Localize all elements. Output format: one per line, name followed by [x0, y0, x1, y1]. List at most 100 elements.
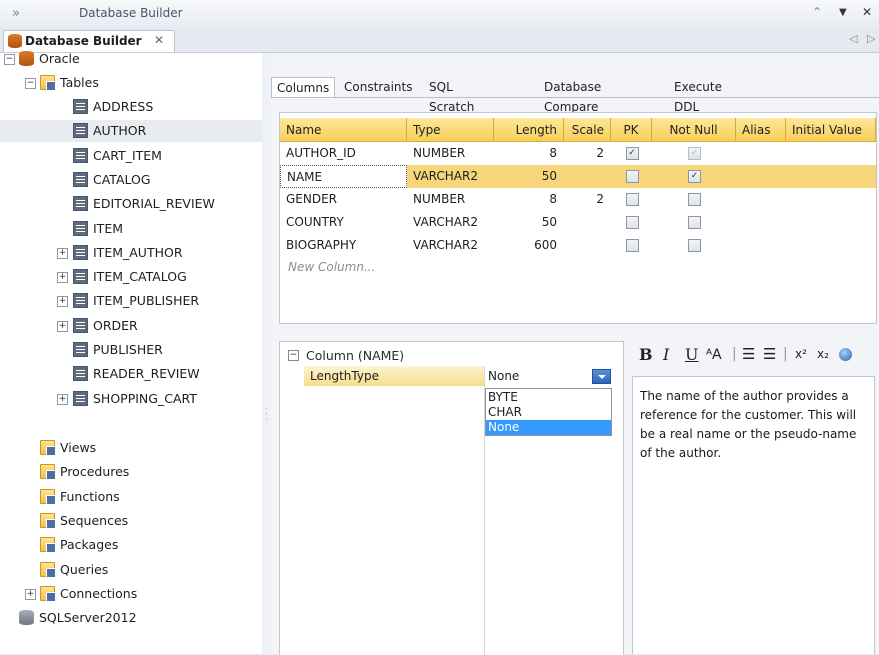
table-row[interactable]: NAME VARCHAR2 50 ✓ — [280, 165, 876, 188]
cell-name[interactable]: NAME — [280, 165, 407, 188]
dropdown-button[interactable] — [592, 369, 611, 384]
new-column-row[interactable]: New Column... — [288, 260, 375, 274]
tab-close-icon[interactable]: ✕ — [154, 33, 164, 47]
tree-folder-sequences[interactable]: Sequences — [0, 510, 262, 532]
pk-checkbox-cell[interactable]: ✓ — [611, 142, 652, 165]
tree-table-reader-review[interactable]: READER_REVIEW — [0, 363, 262, 385]
collapse-toggle-icon[interactable]: − — [25, 78, 36, 89]
tree-node-oracle[interactable]: − Oracle — [0, 48, 262, 70]
tree-table-item[interactable]: ITEM — [0, 218, 262, 240]
cell-type[interactable]: NUMBER — [407, 142, 494, 165]
cell-scale[interactable] — [564, 234, 611, 257]
pk-checkbox-cell[interactable] — [611, 234, 652, 257]
table-row[interactable]: GENDER NUMBER 8 2 — [280, 188, 876, 211]
column-header-initial-value[interactable]: Initial Value — [786, 118, 876, 142]
pk-checkbox[interactable] — [625, 216, 639, 229]
collapse-icon[interactable]: ⌃ — [812, 5, 822, 19]
not-null-checkbox[interactable]: ✓ — [688, 147, 701, 160]
pk-checkbox-cell[interactable] — [611, 188, 652, 211]
cell-type[interactable]: NUMBER — [407, 188, 494, 211]
not-null-checkbox-cell[interactable]: ✓ — [652, 165, 736, 188]
tree-table-author[interactable]: AUTHOR — [0, 120, 262, 143]
pk-checkbox-cell[interactable] — [611, 211, 652, 234]
cell-length[interactable]: 8 — [494, 142, 564, 165]
dropdown-option-byte[interactable]: BYTE — [486, 390, 611, 405]
tree-table-shopping-cart[interactable]: + SHOPPING_CART — [0, 388, 262, 410]
tree-table-order[interactable]: + ORDER — [0, 315, 262, 337]
expand-toggle-icon[interactable]: + — [25, 588, 36, 600]
cell-length[interactable]: 50 — [494, 165, 564, 188]
expand-toggle-icon[interactable]: + — [57, 296, 68, 308]
cell-name[interactable]: BIOGRAPHY — [280, 234, 407, 257]
scroll-left-icon[interactable]: ◁ — [849, 32, 857, 45]
tree-folder-packages[interactable]: Packages — [0, 534, 262, 556]
bold-button[interactable]: B — [639, 345, 653, 364]
cell-type[interactable]: VARCHAR2 — [407, 211, 494, 234]
tree-table-publisher[interactable]: PUBLISHER — [0, 339, 262, 361]
column-header-name[interactable]: Name — [280, 118, 407, 142]
superscript-button[interactable]: x² — [795, 347, 807, 361]
collapse-icon[interactable]: − — [288, 350, 299, 361]
not-null-checkbox-cell[interactable] — [652, 234, 736, 257]
column-header-alias[interactable]: Alias — [736, 118, 786, 142]
tree-folder-queries[interactable]: Queries — [0, 559, 262, 581]
pk-checkbox-cell[interactable] — [611, 165, 652, 188]
cell-scale[interactable]: 2 — [564, 188, 611, 211]
not-null-checkbox-cell[interactable]: ✓ — [652, 142, 736, 165]
tab-columns[interactable]: Columns — [271, 77, 336, 99]
underline-button[interactable]: U — [685, 345, 698, 364]
not-null-checkbox[interactable] — [688, 239, 701, 252]
not-null-checkbox-cell[interactable] — [652, 188, 736, 211]
tree-table-item-catalog[interactable]: + ITEM_CATALOG — [0, 266, 262, 288]
tree-folder-connections[interactable]: + Connections — [0, 583, 262, 605]
not-null-checkbox[interactable] — [688, 216, 701, 229]
expand-toggle-icon[interactable]: + — [57, 320, 68, 332]
tree-folder-procedures[interactable]: Procedures — [0, 461, 262, 483]
not-null-checkbox-cell[interactable] — [652, 211, 736, 234]
dropdown-option-none[interactable]: None — [486, 420, 611, 435]
column-header-type[interactable]: Type — [407, 118, 494, 142]
tree-table-catalog[interactable]: CATALOG — [0, 169, 262, 191]
bullet-list-button[interactable]: ☰ — [742, 345, 755, 363]
numbered-list-button[interactable]: ☰ — [763, 345, 776, 363]
cell-name[interactable]: AUTHOR_ID — [280, 142, 407, 165]
menu-dropdown-icon[interactable]: ▼ — [839, 7, 847, 18]
cell-scale[interactable] — [564, 165, 611, 188]
tree-table-address[interactable]: ADDRESS — [0, 96, 262, 118]
tab-execute-ddl[interactable]: Execute DDL — [674, 77, 722, 114]
tree-table-item-publisher[interactable]: + ITEM_PUBLISHER — [0, 290, 262, 312]
cell-name[interactable]: GENDER — [280, 188, 407, 211]
tab-sql-scratch-pad[interactable]: SQL Scratch Pad — [429, 77, 474, 134]
close-icon[interactable]: ✕ — [862, 5, 872, 19]
pane-splitter[interactable]: · · · — [262, 53, 271, 654]
property-name-lengthtype[interactable]: LengthType — [304, 366, 484, 386]
tab-database-compare[interactable]: Database Compare — [544, 77, 601, 114]
scroll-right-icon[interactable]: ▷ — [867, 32, 875, 45]
pk-checkbox[interactable] — [625, 193, 639, 206]
cell-scale[interactable] — [564, 211, 611, 234]
cell-scale[interactable]: 2 — [564, 142, 611, 165]
font-color-button[interactable]: ᴬA — [706, 347, 722, 363]
not-null-checkbox[interactable] — [688, 193, 701, 206]
column-header-pk[interactable]: PK — [611, 118, 652, 142]
tree-table-item-author[interactable]: + ITEM_AUTHOR — [0, 242, 262, 264]
cell-length[interactable]: 8 — [494, 188, 564, 211]
cell-length[interactable]: 50 — [494, 211, 564, 234]
tree-table-editorial-review[interactable]: EDITORIAL_REVIEW — [0, 193, 262, 215]
collapse-toggle-icon[interactable]: − — [4, 54, 15, 65]
pk-checkbox[interactable] — [625, 170, 639, 183]
tree-node-tables[interactable]: − Tables — [0, 72, 262, 94]
cell-type[interactable]: VARCHAR2 — [407, 165, 494, 188]
notes-editor[interactable]: The name of the author provides a refere… — [632, 376, 875, 654]
tree-folder-functions[interactable]: Functions — [0, 486, 262, 508]
expand-toggle-icon[interactable]: + — [57, 247, 68, 259]
expand-toggle-icon[interactable]: + — [57, 272, 68, 284]
italic-button[interactable]: I — [663, 345, 669, 364]
table-row[interactable]: AUTHOR_ID NUMBER 8 2 ✓ ✓ — [280, 142, 876, 165]
tab-constraints[interactable]: Constraints — [344, 77, 412, 97]
not-null-checkbox[interactable]: ✓ — [688, 170, 701, 183]
tree-node-sqlserver[interactable]: SQLServer2012 — [0, 607, 262, 629]
pk-checkbox[interactable]: ✓ — [625, 147, 639, 160]
dropdown-option-char[interactable]: CHAR — [486, 405, 611, 420]
cell-type[interactable]: VARCHAR2 — [407, 234, 494, 257]
